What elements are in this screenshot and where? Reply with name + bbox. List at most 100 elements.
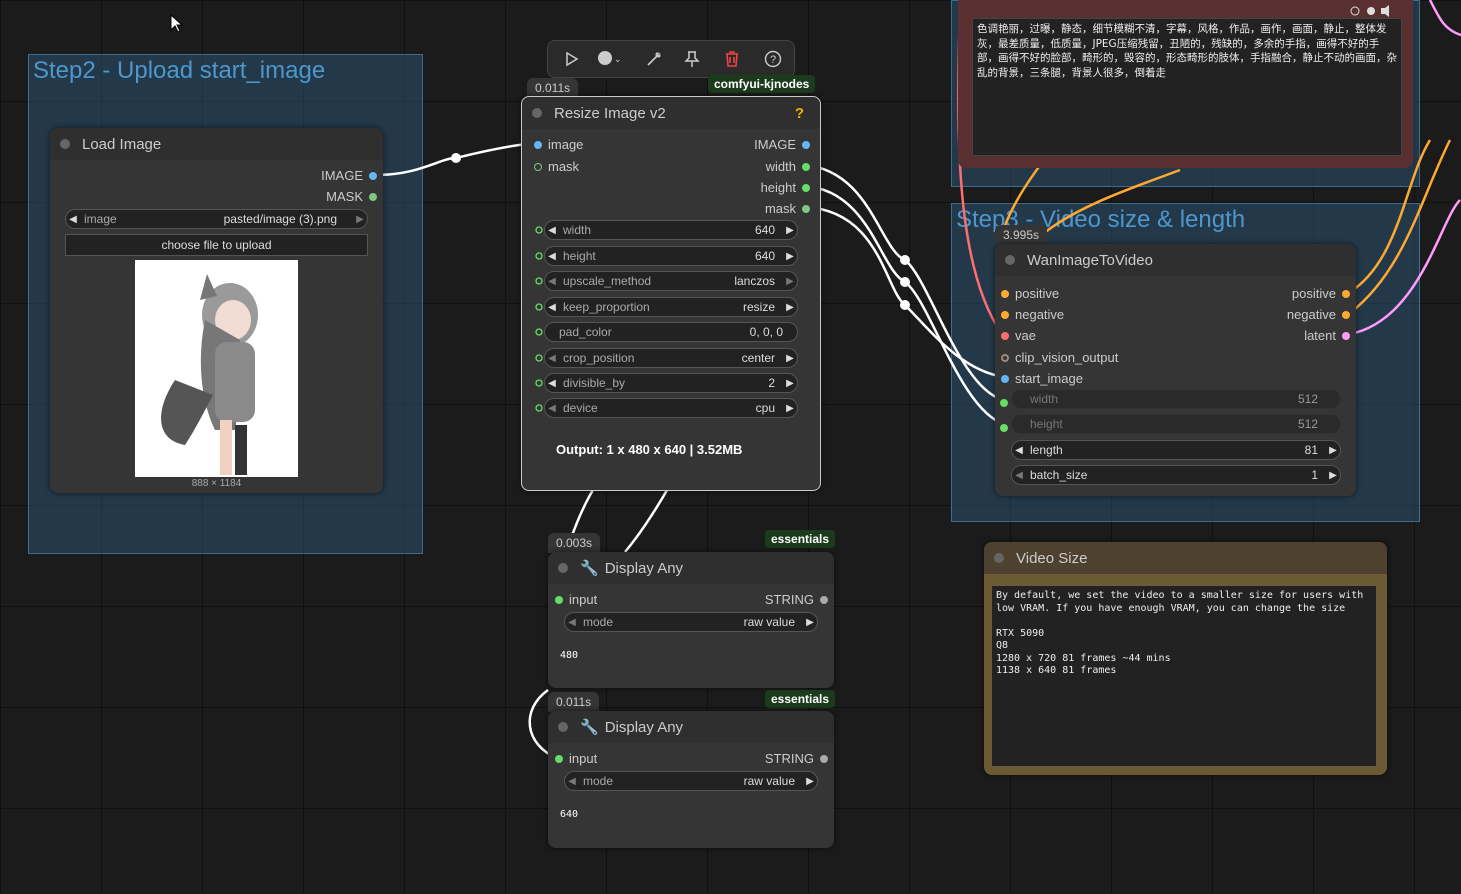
collapse-dot[interactable] <box>994 553 1004 563</box>
help-badge[interactable]: ? <box>795 105 804 122</box>
play-icon[interactable] <box>564 51 580 67</box>
slot-dot[interactable] <box>802 183 810 192</box>
input-start-image[interactable]: start_image <box>1001 371 1083 386</box>
pin-icon[interactable] <box>684 50 700 68</box>
slot-dot[interactable] <box>1001 289 1009 298</box>
slot-dot[interactable] <box>1000 424 1008 432</box>
slot-dot[interactable] <box>802 162 810 171</box>
input-slot[interactable]: input <box>555 592 597 607</box>
negative-prompt-node[interactable]: 色调艳丽，过曝，静态，细节模糊不清，字幕，风格，作品，画作，画面，静止，整体发灰… <box>958 0 1413 168</box>
widget-width[interactable]: ◀ width 640 ▶ <box>544 220 798 240</box>
widget-device[interactable]: ◀ device cpu ▶ <box>544 398 798 418</box>
prompt-textarea[interactable]: 色调艳丽，过曝，静态，细节模糊不清，字幕，风格，作品，画作，画面，静止，整体发灰… <box>972 18 1402 156</box>
output-info: Output: 1 x 480 x 640 | 3.52MB <box>556 442 743 457</box>
slot-dot[interactable] <box>1000 399 1008 407</box>
slot-label: input <box>569 751 598 766</box>
slot-dot[interactable] <box>369 171 377 180</box>
upload-button[interactable]: choose file to upload <box>65 234 368 256</box>
circle-dropdown-icon[interactable]: ⌄ <box>598 51 622 68</box>
left-arrow-icon[interactable]: ◀ <box>66 214 80 225</box>
node-corner-icons[interactable] <box>1349 5 1399 17</box>
output-mask[interactable]: mask <box>765 201 810 216</box>
right-arrow-icon: ▶ <box>1329 444 1337 456</box>
display-any-node-1[interactable]: 🔧 Display Any input STRING ◀ mode raw value… <box>548 552 834 688</box>
mode-select[interactable]: ◀ mode raw value ▶ <box>564 612 818 632</box>
video-size-note[interactable]: Video Size By default, we set the video … <box>984 542 1387 775</box>
widget-label: upscale_method <box>563 274 652 288</box>
slot-dot[interactable] <box>820 754 828 763</box>
widget-batch-size[interactable]: ◀ batch_size 1 ▶ <box>1011 465 1341 485</box>
widget-length[interactable]: ◀ length 81 ▶ <box>1011 440 1341 460</box>
collapse-dot[interactable] <box>558 563 568 573</box>
trash-icon[interactable] <box>724 50 740 68</box>
slot-dot[interactable] <box>555 754 563 763</box>
output-negative[interactable]: negative <box>1287 307 1350 322</box>
widget-dots-left <box>535 226 543 419</box>
note-textarea[interactable]: By default, we set the video to a smalle… <box>992 586 1376 766</box>
slot-dot[interactable] <box>802 204 810 213</box>
input-vae[interactable]: vae <box>1001 328 1036 343</box>
widget-crop-position[interactable]: ◀ crop_position center ▶ <box>544 348 798 368</box>
output-latent[interactable]: latent <box>1304 328 1350 343</box>
widget-divisible-by[interactable]: ◀ divisible_by 2 ▶ <box>544 373 798 393</box>
widget-keep-proportion[interactable]: ◀ keep_proportion resize ▶ <box>544 297 798 317</box>
slot-dot[interactable] <box>534 162 542 171</box>
display-any-node-2[interactable]: 🔧 Display Any input STRING ◀ mode raw value… <box>548 711 834 848</box>
resize-image-node[interactable]: Resize Image v2? image mask IMAGE width … <box>521 96 821 491</box>
image-dimensions: 888 × 1184 <box>191 478 242 489</box>
wire-out-latent <box>1349 199 1461 336</box>
mode-select[interactable]: ◀ mode raw value ▶ <box>564 771 818 791</box>
input-slot[interactable]: input <box>555 751 597 766</box>
slot-dot[interactable] <box>1342 331 1350 340</box>
collapse-dot[interactable] <box>60 139 70 149</box>
help-icon[interactable]: ? <box>764 50 782 68</box>
slot-label: width <box>765 159 796 174</box>
collapse-dot[interactable] <box>1005 255 1015 265</box>
wan-image-to-video-node[interactable]: WanImageToVideo positive negative vae cl… <box>995 244 1356 496</box>
input-dot-width[interactable] <box>1000 395 1008 410</box>
input-dot-height[interactable] <box>1000 420 1008 435</box>
widget-pad-color[interactable]: pad_color 0, 0, 0 <box>544 322 798 342</box>
output-height[interactable]: height <box>761 180 810 195</box>
input-mask[interactable]: mask <box>534 159 579 174</box>
slot-dot[interactable] <box>534 140 542 149</box>
input-positive[interactable]: positive <box>1001 286 1059 301</box>
output-image[interactable]: IMAGE <box>321 168 377 183</box>
widget-height[interactable]: ◀ height 640 ▶ <box>544 246 798 266</box>
widget-upscale-method[interactable]: ◀ upscale_method lanczos ▶ <box>544 271 798 291</box>
image-preview <box>135 260 298 477</box>
slot-dot[interactable] <box>1001 353 1009 362</box>
slot-label: height <box>760 180 796 195</box>
output-positive[interactable]: positive <box>1292 286 1350 301</box>
output-mask[interactable]: MASK <box>326 189 377 204</box>
slot-label: mask <box>764 201 796 216</box>
slot-dot[interactable] <box>820 595 828 604</box>
slot-dot[interactable] <box>555 595 563 604</box>
slot-label: input <box>569 592 598 607</box>
exec-time: 0.011s <box>548 692 600 712</box>
slot-dot[interactable] <box>1001 331 1009 340</box>
image-select[interactable]: ◀ image pasted/image (3).png ▶ <box>65 209 368 229</box>
slot-dot[interactable] <box>1342 310 1350 319</box>
slot-label: negative <box>1015 307 1065 322</box>
widget-label: height <box>1030 417 1063 431</box>
slot-dot[interactable] <box>369 192 377 201</box>
collapse-dot[interactable] <box>532 108 542 118</box>
input-negative[interactable]: negative <box>1001 307 1064 322</box>
output-string[interactable]: STRING <box>765 592 828 607</box>
slot-dot[interactable] <box>1001 374 1009 383</box>
output-string[interactable]: STRING <box>765 751 828 766</box>
slot-dot[interactable] <box>802 140 810 149</box>
right-arrow-icon[interactable]: ▶ <box>353 214 367 225</box>
input-image[interactable]: image <box>534 137 583 152</box>
widget-label: width <box>1030 392 1059 406</box>
load-image-node[interactable]: Load Image IMAGE MASK ◀ image pasted/ima… <box>50 128 383 493</box>
wand-icon[interactable] <box>645 50 663 68</box>
slot-label: positive <box>1015 286 1060 301</box>
output-image[interactable]: IMAGE <box>754 137 810 152</box>
collapse-dot[interactable] <box>558 722 568 732</box>
output-width[interactable]: width <box>766 159 810 174</box>
slot-dot[interactable] <box>1001 310 1009 319</box>
input-clip-vision-output[interactable]: clip_vision_output <box>1001 350 1118 365</box>
slot-dot[interactable] <box>1342 289 1350 298</box>
